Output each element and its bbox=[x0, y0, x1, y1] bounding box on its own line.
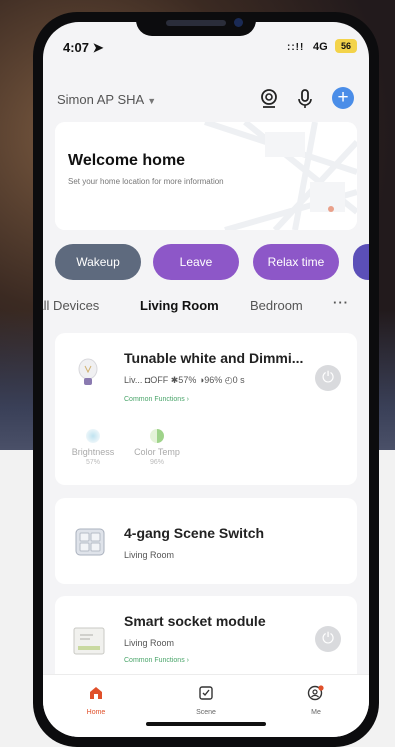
nav-scene[interactable]: Scene bbox=[176, 685, 236, 716]
common-functions-link[interactable]: Common Functions › bbox=[124, 657, 189, 664]
light-bulb-icon bbox=[78, 358, 98, 385]
function-value: 57% bbox=[85, 459, 100, 466]
device-card-tunable-light[interactable]: Tunable white and Dimmi... Liv... ◘OFF ✱… bbox=[55, 333, 357, 485]
nav-label: Me bbox=[311, 709, 321, 716]
scene-relax-button[interactable]: Relax time bbox=[253, 244, 339, 280]
welcome-card[interactable]: Welcome home Set your home location for … bbox=[55, 122, 357, 230]
scene-wakeup-button[interactable]: Wakeup bbox=[55, 244, 141, 280]
room-tabs: All Devices Living Room Bedroom ··· bbox=[43, 295, 369, 322]
brightness-control[interactable]: Brightness 57% bbox=[63, 429, 123, 466]
home-indicator bbox=[146, 722, 266, 726]
battery-icon: 56 bbox=[335, 39, 357, 53]
nav-label: Home bbox=[86, 709, 106, 716]
add-device-icon[interactable]: + bbox=[332, 87, 354, 109]
home-icon bbox=[90, 687, 102, 699]
home-name: Simon AP SHA bbox=[57, 92, 145, 107]
welcome-subtitle: Set your home location for more informat… bbox=[68, 177, 224, 186]
power-button[interactable]: ⏻ bbox=[315, 626, 341, 652]
brightness-icon bbox=[86, 429, 100, 443]
scene-strip: Wakeup Leave Relax time bbox=[55, 244, 369, 280]
device-name: Smart socket module bbox=[124, 613, 266, 629]
home-selector[interactable]: Simon AP SHA ▼ bbox=[57, 92, 156, 107]
app-screen: 4:07 ➤ ::!! 4G 56 Simon AP SHA ▼ + Welco… bbox=[43, 22, 369, 737]
nav-home[interactable]: Home bbox=[66, 685, 126, 716]
function-label: Color Temp bbox=[134, 447, 180, 457]
welcome-title: Welcome home bbox=[68, 152, 186, 169]
camera-scan-icon[interactable] bbox=[258, 88, 280, 110]
microphone-icon[interactable] bbox=[294, 88, 316, 110]
color-temp-control[interactable]: Color Temp 96% bbox=[127, 429, 187, 466]
tab-bedroom[interactable]: Bedroom bbox=[250, 298, 303, 313]
phone-frame: 4:07 ➤ ::!! 4G 56 Simon AP SHA ▼ + Welco… bbox=[33, 12, 379, 747]
front-camera bbox=[234, 18, 243, 27]
common-functions-link[interactable]: Common Functions › bbox=[124, 396, 189, 403]
speaker-grille bbox=[166, 20, 226, 26]
function-label: Brightness bbox=[71, 447, 115, 457]
nav-me[interactable]: Me bbox=[286, 685, 346, 716]
network-type: 4G bbox=[313, 41, 328, 53]
function-value: 96% bbox=[149, 459, 164, 466]
bottom-nav: Home Scene Me bbox=[43, 674, 369, 737]
map-background bbox=[55, 122, 357, 230]
tab-all-devices[interactable]: All Devices bbox=[43, 298, 99, 313]
scene-check-icon bbox=[199, 686, 213, 700]
device-room: Living Room bbox=[124, 550, 175, 560]
device-status: Liv... ◘OFF ✱57% ◑96% ◴0 s bbox=[124, 375, 245, 385]
scene-more-button[interactable] bbox=[353, 244, 369, 280]
more-tabs-icon[interactable]: ··· bbox=[333, 295, 349, 310]
scene-switch-icon bbox=[75, 528, 105, 556]
profile-icon bbox=[307, 685, 324, 701]
color-temp-icon bbox=[150, 429, 164, 443]
nav-label: Scene bbox=[196, 709, 216, 716]
status-time: 4:07 ➤ bbox=[63, 40, 104, 55]
scene-leave-button[interactable]: Leave bbox=[153, 244, 239, 280]
device-name: 4-gang Scene Switch bbox=[124, 525, 265, 541]
caret-down-icon: ▼ bbox=[147, 96, 157, 106]
device-room: Living Room bbox=[124, 638, 175, 648]
device-name: Tunable white and Dimmi... bbox=[124, 350, 304, 366]
signal-icon: ::!! bbox=[287, 42, 305, 53]
device-card-scene-switch[interactable]: 4-gang Scene Switch Living Room bbox=[55, 498, 357, 584]
app-header: Simon AP SHA ▼ + bbox=[43, 86, 369, 116]
power-button[interactable]: ⏻ bbox=[315, 365, 341, 391]
tab-living-room[interactable]: Living Room bbox=[140, 298, 219, 313]
phone-notch bbox=[136, 12, 256, 36]
socket-module-icon bbox=[73, 627, 105, 655]
